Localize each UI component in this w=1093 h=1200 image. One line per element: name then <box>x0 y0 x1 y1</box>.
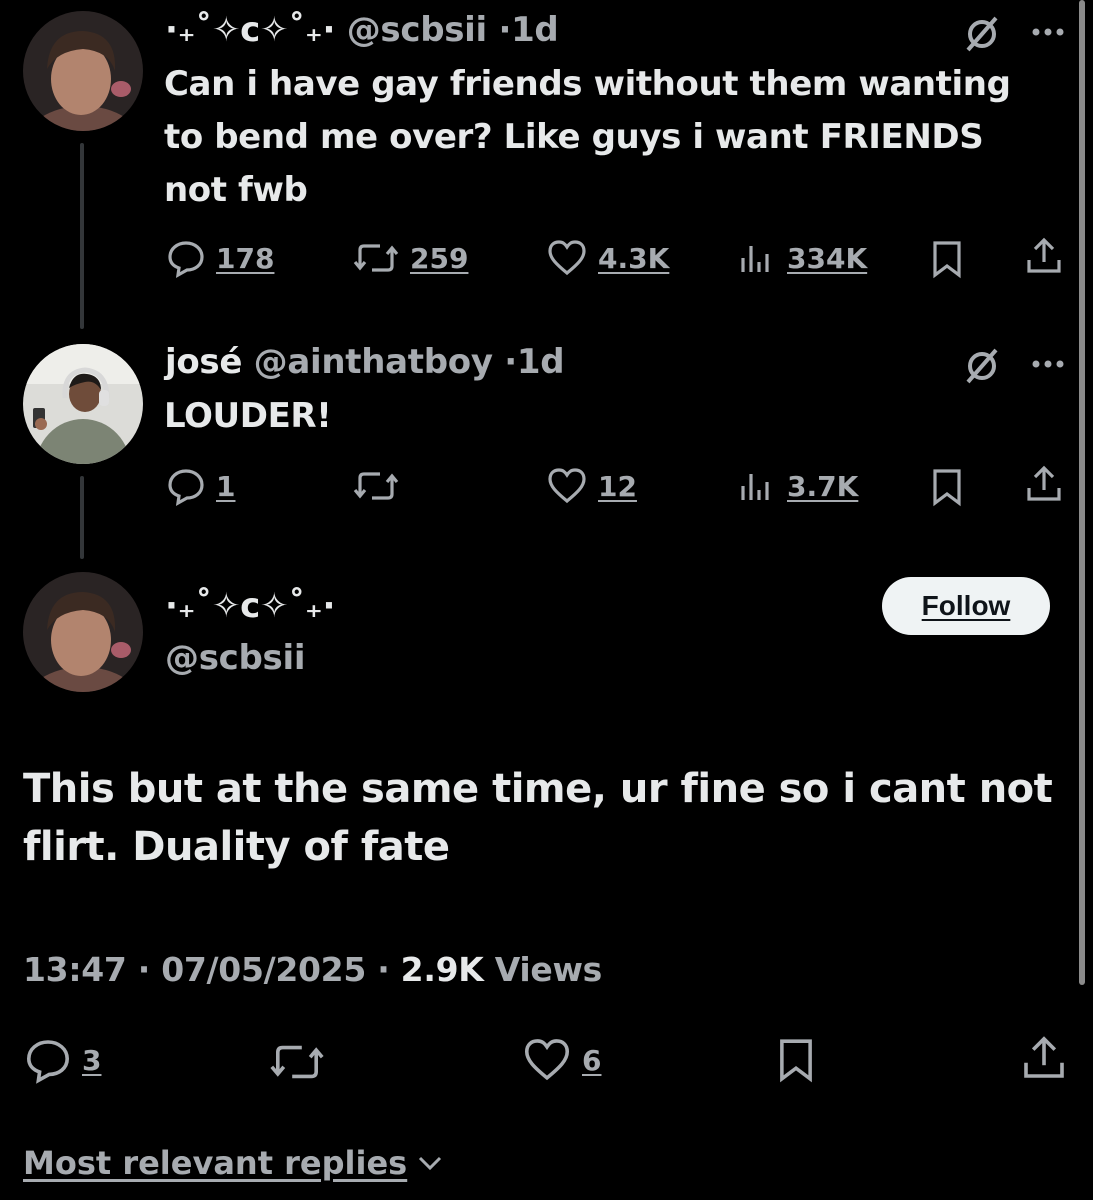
views-button[interactable]: 3.7K <box>737 466 858 506</box>
reply-icon <box>166 466 206 506</box>
grok-icon[interactable] <box>962 14 1002 54</box>
tweet-time[interactable]: 13:47 <box>23 950 127 989</box>
reply-icon <box>166 238 206 278</box>
views-label: Views <box>494 950 603 989</box>
tweet-header: josé @ainthatboy ·1d <box>165 342 565 382</box>
separator: · <box>498 10 512 50</box>
reply-count: 3 <box>82 1043 102 1077</box>
views-icon <box>737 466 777 506</box>
avatar[interactable] <box>23 572 143 692</box>
share-icon[interactable] <box>1020 1034 1068 1082</box>
views-count: 2.9K <box>400 950 484 989</box>
repost-icon[interactable] <box>268 1038 326 1086</box>
separator: · <box>137 950 151 989</box>
heart-icon <box>522 1036 572 1084</box>
tweet-text-line: flirt. Duality of fate <box>23 824 450 870</box>
display-name[interactable]: ·₊˚✧c✧˚₊· <box>165 586 335 626</box>
reply-button[interactable]: 3 <box>24 1036 101 1084</box>
display-name[interactable]: ·₊˚✧c✧˚₊· <box>165 10 335 50</box>
tweet-text: LOUDER! <box>164 396 332 436</box>
thread-line <box>80 143 84 329</box>
reply-icon <box>24 1036 72 1084</box>
bookmark-icon[interactable] <box>930 239 964 279</box>
chevron-down-icon <box>415 1148 445 1178</box>
repost-icon <box>352 238 400 278</box>
separator: · <box>504 342 517 382</box>
separator: · <box>377 950 390 989</box>
reply-button[interactable]: 1 <box>166 466 235 506</box>
reply-button[interactable]: 178 <box>166 238 274 278</box>
like-count: 4.3K <box>598 241 670 275</box>
grok-icon[interactable] <box>962 346 1002 386</box>
replies-sort[interactable]: Most relevant replies <box>23 1144 445 1182</box>
tweet-text-line: Can i have gay friends without them want… <box>164 64 1011 104</box>
scrollbar[interactable] <box>1079 0 1085 985</box>
tweet-meta: 13:47 · 07/05/2025 · 2.9K Views <box>23 950 602 989</box>
handle[interactable]: @scbsii <box>347 10 487 50</box>
repost-button[interactable] <box>352 466 400 506</box>
more-icon[interactable] <box>1030 22 1066 42</box>
like-button[interactable]: 12 <box>546 466 637 506</box>
share-icon[interactable] <box>1024 236 1064 276</box>
tweet-text-line: not fwb <box>164 170 308 210</box>
like-button[interactable]: 6 <box>522 1036 601 1084</box>
avatar[interactable] <box>23 11 143 131</box>
repost-icon <box>352 466 400 506</box>
tweet-text: This but at the same time, ur fine so i … <box>23 760 1053 876</box>
reply-count: 1 <box>216 469 236 503</box>
tweet-date[interactable]: 07/05/2025 <box>161 950 366 989</box>
share-icon[interactable] <box>1024 464 1064 504</box>
more-icon[interactable] <box>1030 354 1066 374</box>
timestamp[interactable]: 1d <box>511 10 559 50</box>
tweet-text: Can i have gay friends without them want… <box>164 58 1011 217</box>
tweet-header: ·₊˚✧c✧˚₊· @scbsii ·1d <box>165 10 559 50</box>
views-count: 334K <box>787 241 868 275</box>
thread-line <box>80 476 84 559</box>
views-button[interactable]: 334K <box>737 238 867 278</box>
bookmark-icon[interactable] <box>930 467 964 507</box>
handle[interactable]: @scbsii <box>165 638 305 678</box>
views-icon <box>737 238 777 278</box>
tweet-text-line: to bend me over? Like guys i want FRIEND… <box>164 117 984 157</box>
tweet-text-line: This but at the same time, ur fine so i … <box>23 766 1053 812</box>
handle[interactable]: @ainthatboy <box>254 342 493 382</box>
heart-icon <box>546 466 588 506</box>
repost-count: 259 <box>410 241 469 275</box>
follow-button[interactable]: Follow <box>882 577 1050 635</box>
reply-count: 178 <box>216 241 275 275</box>
repost-button[interactable]: 259 <box>352 238 468 278</box>
replies-sort-label: Most relevant replies <box>23 1144 408 1182</box>
heart-icon <box>546 238 588 278</box>
avatar[interactable] <box>23 344 143 464</box>
like-count: 6 <box>582 1043 602 1077</box>
display-name[interactable]: josé <box>165 342 242 382</box>
timestamp[interactable]: 1d <box>517 342 565 382</box>
bookmark-icon[interactable] <box>776 1036 816 1084</box>
like-button[interactable]: 4.3K <box>546 238 669 278</box>
like-count: 12 <box>598 469 637 503</box>
views-count: 3.7K <box>787 469 859 503</box>
